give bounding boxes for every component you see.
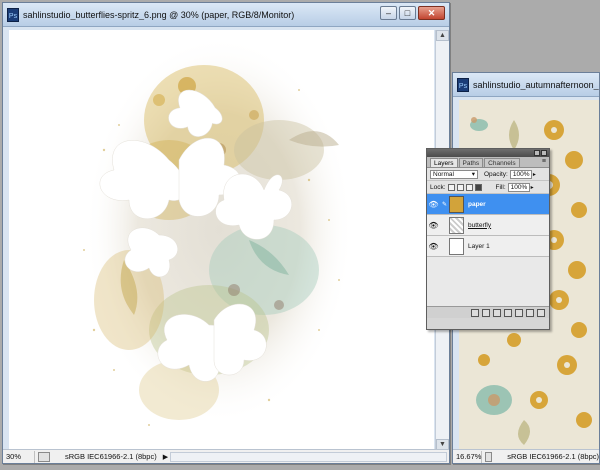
new-layer-icon[interactable] <box>526 308 534 317</box>
second-color-profile-info: sRGB IEC61966-2.1 (8bpc) <box>507 452 599 461</box>
fill-field[interactable]: 100% <box>507 182 530 192</box>
blend-mode-value: Normal <box>433 170 454 178</box>
lock-transparency-icon[interactable] <box>447 183 455 191</box>
status-info-icon[interactable] <box>38 451 50 462</box>
layer-name-layer1[interactable]: Layer 1 <box>468 243 490 250</box>
second-status-bar: 16.67% sRGB IEC61966-2.1 (8bpc) <box>453 449 599 463</box>
layer-name-butterfly[interactable]: butterfly <box>468 222 491 229</box>
opacity-field[interactable]: 100% <box>509 169 532 179</box>
tab-paths[interactable]: Paths <box>458 158 484 167</box>
spritz-artwork <box>83 35 354 426</box>
fill-label: Fill: <box>495 183 506 191</box>
main-window-titlebar[interactable]: Ps sahlinstudio_butterflies-spritz_6.png… <box>3 3 449 27</box>
svg-text:Ps: Ps <box>459 83 468 90</box>
eye-icon[interactable]: 👁 <box>427 221 440 230</box>
palette-close-button[interactable] <box>541 150 547 156</box>
main-status-bar: 30% sRGB IEC61966-2.1 (8bpc) ▶ <box>3 449 449 463</box>
second-window-titlebar[interactable]: Ps sahlinstudio_autumnafternoon_paper5.j… <box>453 73 599 97</box>
layer-thumbnail-butterfly <box>449 216 464 234</box>
tab-layers[interactable]: Layers <box>430 158 458 167</box>
adjustment-layer-icon[interactable] <box>504 308 512 317</box>
blend-mode-select[interactable]: Normal ▾ <box>430 169 478 179</box>
layer-row-paper[interactable]: 👁 ✎ paper <box>427 194 549 215</box>
maximize-button[interactable]: □ <box>399 6 416 20</box>
lock-image-icon[interactable] <box>456 183 464 191</box>
palette-menu-icon[interactable]: ≡ <box>542 158 546 165</box>
photoshop-doc-icon: Ps <box>457 77 469 92</box>
second-window-title: sahlinstudio_autumnafternoon_paper5.jpg … <box>473 79 599 90</box>
lock-position-icon[interactable] <box>465 183 473 191</box>
palette-footer <box>427 306 549 318</box>
brush-icon: ✎ <box>441 201 448 208</box>
layer-style-icon[interactable] <box>482 308 490 317</box>
lock-fill-row: Lock: Fill: 100% ▸ <box>427 181 549 194</box>
status-info-icon[interactable] <box>485 451 493 462</box>
color-profile-info: sRGB IEC61966-2.1 (8bpc) <box>65 452 157 461</box>
layer-list: 👁 ✎ paper 👁 butterfly 👁 Layer 1 <box>427 194 549 306</box>
close-button[interactable]: ✕ <box>418 6 445 20</box>
layers-palette[interactable]: Layers Paths Channels ≡ Normal ▾ Opacity… <box>426 148 550 330</box>
opacity-label: Opacity: <box>484 170 508 178</box>
tab-channels[interactable]: Channels <box>484 158 520 167</box>
lock-all-icon[interactable] <box>474 183 482 191</box>
svg-text:Ps: Ps <box>9 13 18 20</box>
status-menu-arrow[interactable]: ▶ <box>163 453 168 461</box>
fill-slider-arrow[interactable]: ▸ <box>531 184 534 191</box>
second-zoom-level[interactable]: 16.67% <box>453 450 483 463</box>
main-canvas[interactable] <box>9 30 434 450</box>
main-window-title: sahlinstudio_butterflies-spritz_6.png @ … <box>23 9 295 20</box>
palette-collapse-button[interactable] <box>534 150 540 156</box>
chevron-down-icon: ▾ <box>471 170 475 178</box>
lock-label: Lock: <box>430 183 446 191</box>
link-layers-icon[interactable] <box>471 308 479 317</box>
main-horizontal-scrollbar[interactable] <box>170 451 447 462</box>
group-folder-icon[interactable] <box>515 308 523 317</box>
zoom-level[interactable]: 30% <box>3 450 35 463</box>
opacity-slider-arrow[interactable]: ▸ <box>533 171 536 178</box>
trash-icon[interactable] <box>537 308 545 317</box>
layer-thumbnail-paper <box>449 195 464 213</box>
photoshop-doc-icon: Ps <box>7 7 19 22</box>
layer-name-paper[interactable]: paper <box>468 201 486 208</box>
scroll-up-arrow[interactable]: ▲ <box>436 30 449 41</box>
eye-icon[interactable]: 👁 <box>427 242 440 251</box>
palette-title-strip[interactable] <box>427 149 549 157</box>
layer-row-butterfly[interactable]: 👁 butterfly <box>427 215 549 236</box>
palette-tabs: Layers Paths Channels ≡ <box>427 157 549 168</box>
main-document-window[interactable]: Ps sahlinstudio_butterflies-spritz_6.png… <box>2 2 450 464</box>
minimize-button[interactable]: – <box>380 6 397 20</box>
layer-thumbnail-layer1 <box>449 237 464 255</box>
blend-opacity-row: Normal ▾ Opacity: 100% ▸ <box>427 168 549 181</box>
eye-icon[interactable]: 👁 <box>427 200 440 209</box>
layer-row-layer1[interactable]: 👁 Layer 1 <box>427 236 549 257</box>
layer-mask-icon[interactable] <box>493 308 501 317</box>
